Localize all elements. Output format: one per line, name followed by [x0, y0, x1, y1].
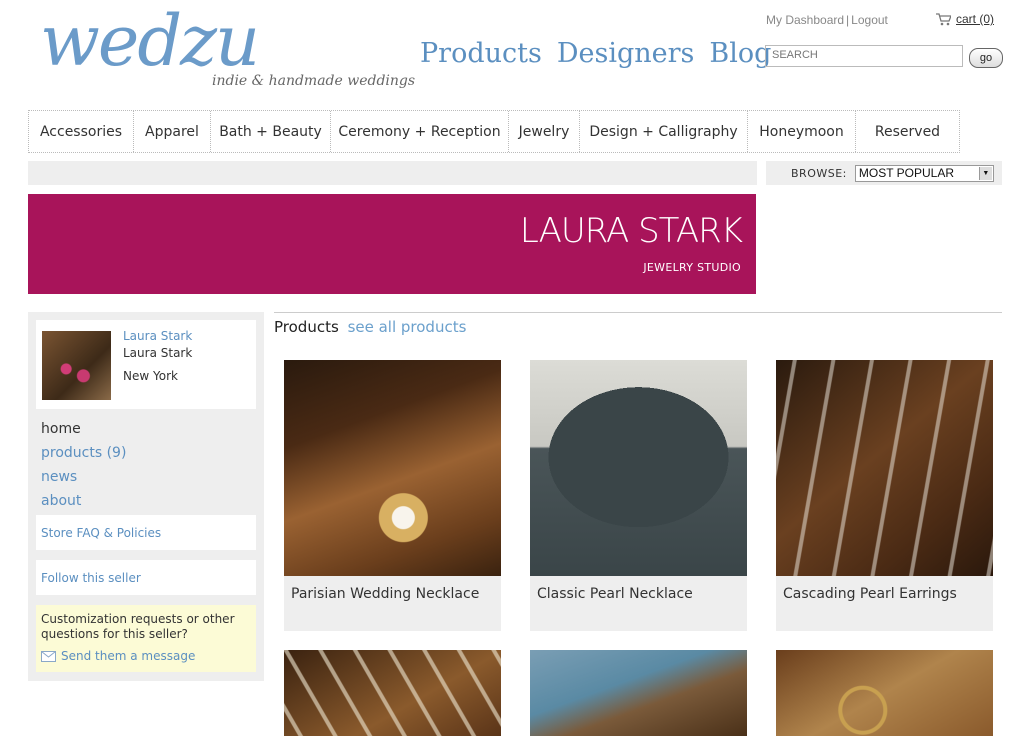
- store-name: LAURA STARK: [519, 211, 743, 251]
- store-subtitle: JEWELRY STUDIO: [643, 261, 741, 274]
- browse-bar: BROWSE: MOST POPULAR ▼: [766, 161, 1002, 185]
- category-design-calligraphy[interactable]: Design + Calligraphy: [580, 111, 748, 152]
- product-image[interactable]: [530, 650, 747, 736]
- see-all-products-link[interactable]: see all products: [348, 318, 467, 336]
- category-bath-beauty[interactable]: Bath + Beauty: [211, 111, 331, 152]
- product-title[interactable]: Cascading Pearl Earrings: [783, 586, 957, 602]
- send-message-link[interactable]: Send them a message: [41, 649, 195, 663]
- browse-select[interactable]: MOST POPULAR ▼: [854, 164, 994, 182]
- seller-name: Laura Stark: [123, 346, 193, 360]
- store-nav-about[interactable]: about: [41, 493, 81, 509]
- chevron-down-icon: ▼: [978, 166, 992, 180]
- product-card[interactable]: [284, 650, 501, 736]
- products-heading: Products see all products: [274, 318, 466, 336]
- tagline: indie & handmade weddings: [212, 73, 416, 89]
- browse-selected-value: MOST POPULAR: [858, 166, 955, 180]
- user-links: My Dashboard | Logout: [766, 13, 888, 27]
- search-input[interactable]: SEARCH: [765, 45, 963, 67]
- browse-label: BROWSE:: [791, 166, 847, 180]
- faq-link[interactable]: Store FAQ & Policies: [41, 526, 161, 540]
- cart-icon: [936, 12, 951, 25]
- send-message-label: Send them a message: [61, 649, 196, 663]
- product-image[interactable]: [776, 650, 993, 736]
- category-ceremony-reception[interactable]: Ceremony + Reception: [331, 111, 509, 152]
- product-title[interactable]: Classic Pearl Necklace: [537, 586, 693, 602]
- store-nav-news[interactable]: news: [41, 469, 77, 485]
- cart-label: cart (0): [956, 12, 995, 26]
- wedzu-logo[interactable]: wedzu: [40, 0, 260, 82]
- product-card[interactable]: Parisian Wedding Necklace: [284, 360, 501, 631]
- follow-seller-link[interactable]: Follow this seller: [41, 571, 141, 585]
- seller-name-link[interactable]: Laura Stark: [123, 329, 192, 343]
- product-image[interactable]: [284, 650, 501, 736]
- product-image[interactable]: [284, 360, 501, 576]
- product-card[interactable]: [776, 650, 993, 736]
- category-honeymoon[interactable]: Honeymoon: [748, 111, 856, 152]
- main-nav: Products Designers Blog: [420, 38, 771, 69]
- breadcrumb-bar: [28, 161, 757, 185]
- seller-profile: Laura Stark Laura Stark New York: [36, 320, 256, 409]
- product-card[interactable]: [530, 650, 747, 736]
- category-bar: Accessories Apparel Bath + Beauty Ceremo…: [28, 110, 960, 153]
- contact-text: Customization requests or other question…: [41, 612, 235, 641]
- product-title[interactable]: Parisian Wedding Necklace: [291, 586, 479, 602]
- store-banner: LAURA STARK JEWELRY STUDIO: [28, 194, 756, 294]
- nav-products[interactable]: Products: [420, 38, 542, 69]
- category-jewelry[interactable]: Jewelry: [509, 111, 580, 152]
- product-image[interactable]: [776, 360, 993, 576]
- follow-box: Follow this seller: [36, 560, 256, 595]
- products-heading-label: Products: [274, 318, 339, 336]
- seller-sidebar: Laura Stark Laura Stark New York home pr…: [28, 312, 264, 681]
- product-image[interactable]: [530, 360, 747, 576]
- store-nav-products[interactable]: products (9): [41, 445, 126, 461]
- seller-location: New York: [123, 369, 178, 383]
- faq-box: Store FAQ & Policies: [36, 515, 256, 550]
- product-card[interactable]: Cascading Pearl Earrings: [776, 360, 993, 631]
- search-go-button[interactable]: go: [969, 48, 1003, 68]
- dashboard-link[interactable]: My Dashboard: [766, 13, 844, 27]
- contact-box: Customization requests or other question…: [36, 605, 256, 672]
- user-links-separator: |: [846, 13, 850, 27]
- product-card[interactable]: Classic Pearl Necklace: [530, 360, 747, 631]
- products-divider: [274, 312, 1002, 313]
- nav-designers[interactable]: Designers: [557, 38, 695, 69]
- nav-blog[interactable]: Blog: [709, 38, 771, 69]
- cart-link[interactable]: cart (0): [936, 12, 994, 26]
- avatar[interactable]: [42, 331, 111, 400]
- category-accessories[interactable]: Accessories: [29, 111, 134, 152]
- logout-link[interactable]: Logout: [851, 13, 888, 27]
- store-nav-home[interactable]: home: [41, 421, 81, 437]
- logo-wordmark: wedzu: [40, 0, 260, 82]
- category-reserved[interactable]: Reserved: [856, 111, 959, 152]
- envelope-icon: [41, 650, 56, 662]
- category-apparel[interactable]: Apparel: [134, 111, 211, 152]
